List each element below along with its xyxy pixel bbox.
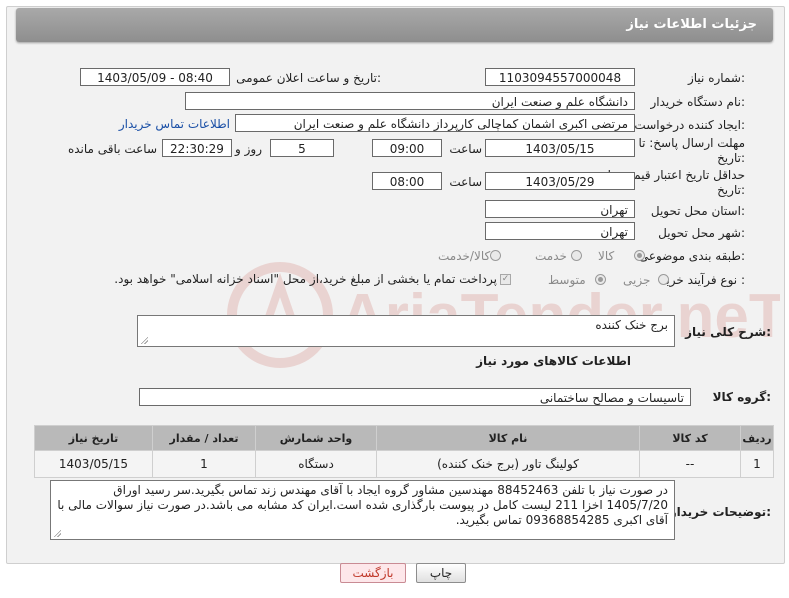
category-option-goods: کالا [598, 249, 615, 263]
send-time-label: ساعت [449, 142, 482, 156]
process-radio-medium[interactable] [595, 274, 606, 285]
announce-datetime-field: 1403/05/09 - 08:40 [80, 68, 230, 86]
price-time-field: 08:00 [372, 172, 442, 190]
remaining-label: ساعت باقی مانده [67, 142, 157, 156]
goods-group-field: تاسیسات و مصالح ساختمانی [139, 388, 691, 406]
summary-textarea[interactable]: برج خنک کننده [137, 315, 675, 347]
buyer-notes-textarea[interactable]: در صورت نیاز با تلفن 88452463 مهندسین مش… [50, 480, 675, 540]
need-number-label: شماره نیاز: [687, 71, 745, 85]
col-unit: واحد شمارش [255, 425, 377, 451]
goods-section-title: اطلاعات کالاهای مورد نیاز [476, 354, 631, 368]
table-row: 1 -- کولینگ تاور (برج خنک کننده) دستگاه … [34, 450, 774, 478]
resize-handle-icon[interactable] [53, 529, 61, 537]
cell-need-date: 1403/05/15 [34, 450, 153, 478]
summary-label: شرح کلی نیاز: [685, 325, 771, 339]
process-option-medium: متوسط [548, 273, 586, 287]
col-row: ردیف [740, 425, 774, 451]
price-deadline-label-2: تاریخ: [717, 183, 745, 197]
buyer-notes-label: توضیحات خریدار: [669, 505, 771, 519]
payment-note: پرداخت تمام یا بخشی از مبلغ خرید،از محل … [114, 272, 497, 286]
category-option-goods-service: کالا/خدمت [438, 249, 491, 263]
price-date-field: 1403/05/29 [485, 172, 635, 190]
category-radio-service[interactable] [571, 250, 582, 261]
city-field: تهران [485, 222, 635, 240]
category-radio-goods-service[interactable] [490, 250, 501, 261]
table-header-row: ردیف کد کالا نام کالا واحد شمارش تعداد /… [34, 425, 774, 451]
province-label: استان محل تحویل: [650, 204, 745, 218]
cell-code: -- [639, 450, 741, 478]
process-label: نوع فرآیند خرید : [660, 273, 745, 287]
col-need-date: تاریخ نیاز [34, 425, 153, 451]
announce-label: تاریخ و ساعت اعلان عمومی: [236, 71, 381, 85]
cell-name: کولینگ تاور (برج خنک کننده) [376, 450, 640, 478]
send-date-field: 1403/05/15 [485, 139, 635, 157]
need-number-field: 1103094557000048 [485, 68, 635, 86]
send-time-field: 09:00 [372, 139, 442, 157]
remaining-time-field: 22:30:29 [162, 139, 232, 157]
creator-label: ایجاد کننده درخواست: [634, 118, 745, 132]
buyer-contact-link[interactable]: اطلاعات تماس خریدار [119, 117, 230, 131]
send-deadline-label-1: مهلت ارسال پاسخ: تا [638, 136, 745, 150]
goods-group-label: گروه کالا: [712, 390, 771, 404]
category-radio-goods[interactable] [634, 250, 645, 261]
col-code: کد کالا [639, 425, 741, 451]
process-radio-partial[interactable] [658, 274, 669, 285]
category-label: طبقه بندی موضوعی: [638, 249, 745, 263]
back-button[interactable]: بازگشت [340, 563, 406, 583]
payment-checkbox[interactable]: ✓ [500, 274, 511, 285]
page-header: جزئیات اطلاعات نیاز [16, 8, 773, 42]
creator-field: مرتضی اکبری اشمان کماچالی کارپرداز دانشگ… [235, 114, 635, 132]
summary-text: برج خنک کننده [595, 318, 668, 332]
cell-row: 1 [740, 450, 774, 478]
city-label: شهر محل تحویل: [658, 226, 745, 240]
buyer-org-field: دانشگاه علم و صنعت ایران [185, 92, 635, 110]
buyer-notes-text: در صورت نیاز با تلفن 88452463 مهندسین مش… [57, 483, 668, 527]
cell-unit: دستگاه [255, 450, 377, 478]
send-deadline-label-2: تاریخ: [717, 151, 745, 165]
category-option-service: خدمت [535, 249, 567, 263]
price-time-label: ساعت [449, 175, 482, 189]
days-field: 5 [270, 139, 334, 157]
print-button[interactable]: چاپ [416, 563, 466, 583]
items-table: ردیف کد کالا نام کالا واحد شمارش تعداد /… [34, 425, 774, 478]
province-field: تهران [485, 200, 635, 218]
col-quantity: تعداد / مقدار [152, 425, 256, 451]
buyer-org-label: نام دستگاه خریدار: [650, 95, 746, 109]
resize-handle-icon[interactable] [140, 336, 148, 344]
col-name: نام کالا [376, 425, 640, 451]
page-title: جزئیات اطلاعات نیاز [626, 17, 757, 32]
cell-quantity: 1 [152, 450, 256, 478]
process-option-partial: جزیی [623, 273, 651, 287]
days-label: روز و [235, 142, 262, 156]
